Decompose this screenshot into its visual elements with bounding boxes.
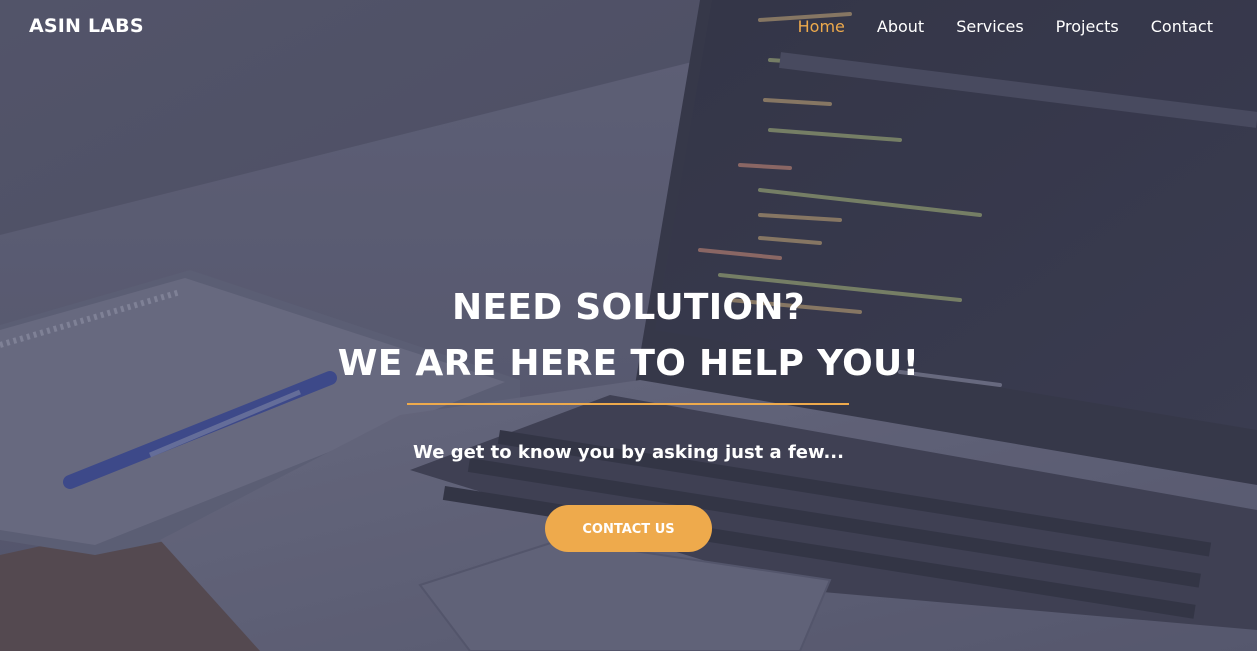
nav-link-projects[interactable]: Projects [1056, 17, 1119, 36]
nav-links: Home About Services Projects Contact [766, 17, 1213, 36]
hero-content: NEED SOLUTION? WE ARE HERE TO HELP YOU! … [0, 280, 1257, 552]
hero-subtext: We get to know you by asking just a few.… [413, 442, 844, 463]
hero-headline: NEED SOLUTION? WE ARE HERE TO HELP YOU! [0, 280, 1257, 392]
brand-logo[interactable]: ASIN LABS [29, 15, 144, 37]
nav-link-services[interactable]: Services [956, 17, 1023, 36]
hero-section: ASIN LABS Home About Services Projects C… [0, 0, 1257, 651]
nav-link-about[interactable]: About [877, 17, 924, 36]
hero-headline-line1: NEED SOLUTION? [452, 287, 805, 328]
nav-link-contact[interactable]: Contact [1151, 17, 1213, 36]
nav-link-home[interactable]: Home [798, 17, 845, 36]
contact-us-button[interactable]: CONTACT US [545, 505, 712, 552]
hero-headline-line2: WE ARE HERE TO HELP YOU! [337, 343, 920, 384]
navbar: ASIN LABS Home About Services Projects C… [0, 0, 1257, 56]
headline-divider [406, 403, 849, 405]
